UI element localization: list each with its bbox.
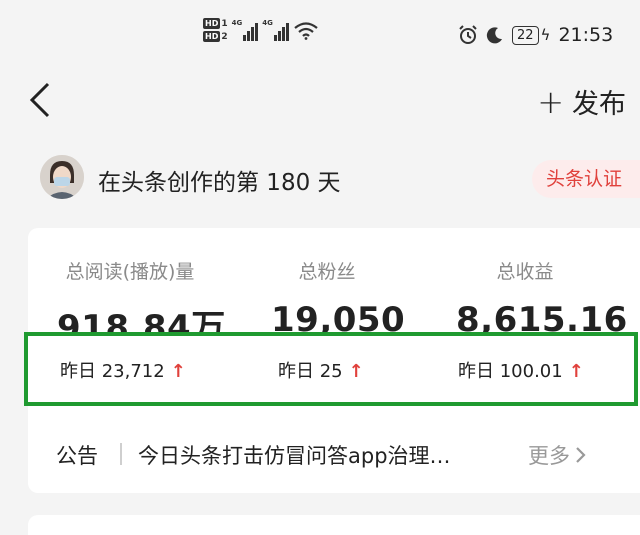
stat-reads-label: 总阅读(播放)量 (65, 261, 195, 283)
wifi-icon (294, 22, 318, 40)
creator-days-text: 在头条创作的第 180 天 (98, 170, 341, 196)
signal-icon-2: 4G (262, 19, 289, 41)
status-time: 21:53 (558, 24, 614, 46)
stat-fans-label: 总粉丝 (298, 261, 356, 283)
publish-label: 发布 (572, 89, 626, 120)
back-button[interactable] (26, 80, 56, 120)
more-button[interactable]: 更多 (528, 440, 588, 470)
sim2-hd: HD (203, 31, 221, 42)
highlight-box (24, 332, 638, 406)
publish-button[interactable]: + 发布 (537, 82, 626, 121)
notice-label: 公告 (56, 444, 98, 468)
status-left: HD 1 HD 2 4G 4G (203, 18, 319, 42)
stat-reads[interactable]: 总阅读(播放)量 (50, 257, 210, 284)
sim2-num: 2 (221, 31, 228, 42)
chevron-right-icon (576, 447, 586, 463)
stat-income[interactable]: 总收益 (455, 257, 595, 284)
moon-icon (486, 27, 502, 44)
alarm-icon (459, 25, 477, 44)
chevron-left-icon (29, 82, 50, 118)
net2-label: 4G (262, 19, 273, 27)
net1-label: 4G (231, 19, 243, 27)
charging-icon: ϟ (540, 26, 551, 44)
status-bar: HD 1 HD 2 4G 4G 22 ϟ 21:53 (0, 0, 640, 70)
notice-divider (120, 443, 122, 465)
stat-income-label: 总收益 (496, 261, 554, 283)
sim-indicators: HD 1 HD 2 (203, 18, 228, 42)
sim1-hd: HD (203, 18, 221, 29)
avatar[interactable] (40, 155, 84, 199)
verification-badge[interactable]: 头条认证 (532, 160, 640, 198)
next-card (28, 515, 640, 535)
stat-fans[interactable]: 总粉丝 (252, 257, 402, 284)
sim2-indicator: HD 2 (203, 31, 228, 42)
more-label: 更多 (528, 444, 570, 468)
notice-text[interactable]: 今日头条打击仿冒问答app治理… (138, 440, 451, 470)
signal-icon: 4G (232, 19, 259, 41)
battery-indicator: 22 (512, 25, 539, 45)
status-right: 22 ϟ 21:53 (458, 24, 613, 46)
plus-icon: + (537, 82, 564, 121)
sim1-indicator: HD 1 (203, 18, 228, 29)
sim1-num: 1 (221, 18, 228, 29)
